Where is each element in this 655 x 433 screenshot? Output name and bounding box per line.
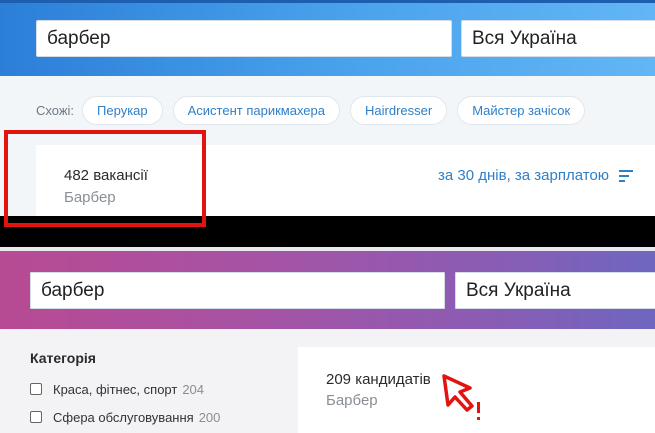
similar-chip-barber[interactable]: Перукар xyxy=(82,95,163,125)
search-header: барбер Вся Україна xyxy=(0,0,655,76)
category-label: Краса, фітнес, спорт xyxy=(53,381,178,397)
highlight-box xyxy=(4,130,206,227)
candidate-query: Барбер xyxy=(326,392,378,409)
sort-lines-icon xyxy=(619,169,634,182)
similar-chip-stylist[interactable]: Майстер зачісок xyxy=(457,95,586,125)
candidate-region-input[interactable]: Вся Україна xyxy=(455,272,655,309)
sort-dropdown[interactable]: за 30 днів, за зарплатою xyxy=(438,167,634,184)
click-cursor-icon xyxy=(442,374,480,420)
similar-chip-assistant[interactable]: Асистент парикмахера xyxy=(172,95,341,125)
region-input[interactable]: Вся Україна xyxy=(461,20,655,57)
sort-label: за 30 днів, за зарплатою xyxy=(438,167,610,184)
category-count: 204 xyxy=(182,381,205,397)
search-input[interactable]: барбер xyxy=(36,20,452,57)
candidates-panel: барбер Вся Україна Категорія Краса, фітн… xyxy=(0,247,655,433)
category-title: Категорія xyxy=(30,350,96,366)
category-item-beauty[interactable]: Краса, фітнес, спорт 204 xyxy=(30,380,204,398)
category-checkbox[interactable] xyxy=(30,411,42,423)
candidate-search-input[interactable]: барбер xyxy=(30,272,445,309)
search-header-candidates: барбер Вся Україна xyxy=(0,247,655,329)
category-checkbox[interactable] xyxy=(30,383,42,395)
similar-queries: Схожі: Перукар Асистент парикмахера Hair… xyxy=(36,95,595,125)
category-item-service[interactable]: Сфера обслуговування 200 xyxy=(30,408,220,426)
category-label: Сфера обслуговування xyxy=(53,409,194,425)
category-count: 200 xyxy=(198,409,221,425)
category-sidebar: Категорія Краса, фітнес, спорт 204 Сфера… xyxy=(0,329,298,433)
similar-chip-hairdresser[interactable]: Hairdresser xyxy=(350,95,448,125)
candidate-count: 209 кандидатів xyxy=(326,371,431,388)
similar-label: Схожі: xyxy=(36,102,75,118)
